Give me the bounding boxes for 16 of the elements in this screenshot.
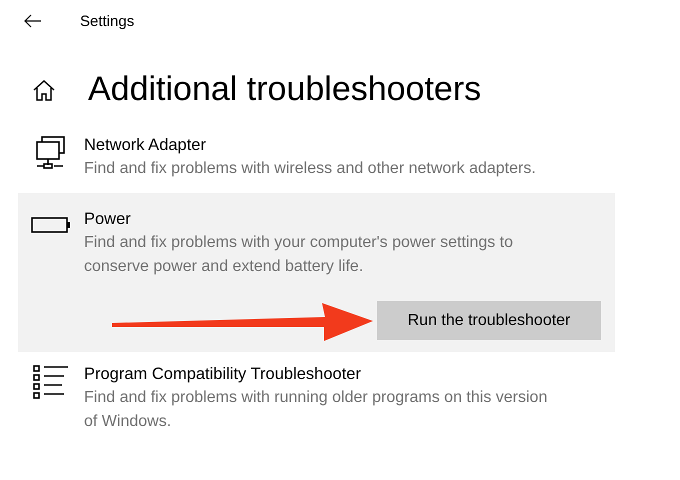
run-troubleshooter-button[interactable]: Run the troubleshooter [377, 301, 601, 340]
item-description: Find and fix problems with wireless and other network adapters. [84, 159, 537, 179]
item-title: Power [84, 209, 132, 230]
list-icon [32, 364, 70, 400]
troubleshooter-item[interactable]: Power Find and fix problems with your computer's power settings to conserve power and extend battery life. Run the troubleshooter [18, 193, 615, 352]
item-title: Network Adapter [84, 135, 207, 156]
window-title: Settings [80, 12, 134, 30]
item-title: Program Compatibility Troubleshooter [84, 364, 362, 385]
troubleshooter-item[interactable]: Network Adapter Find and fix problems with wireless and other network adapters. [18, 131, 615, 191]
troubleshooter-item[interactable]: Program Compatibility Troubleshooter Find and fix problems with running older programs on this version of Windows. [18, 360, 615, 444]
item-description: Find and fix problems with running older programs on this version of Windows. [84, 388, 548, 432]
battery-icon [31, 215, 71, 235]
item-description: Find and fix problems with your computer's power settings to conserve power and extend battery life. [84, 233, 514, 277]
page-title: Additional troubleshooters [88, 70, 482, 109]
back-icon[interactable] [24, 14, 42, 28]
home-icon[interactable] [32, 78, 56, 100]
